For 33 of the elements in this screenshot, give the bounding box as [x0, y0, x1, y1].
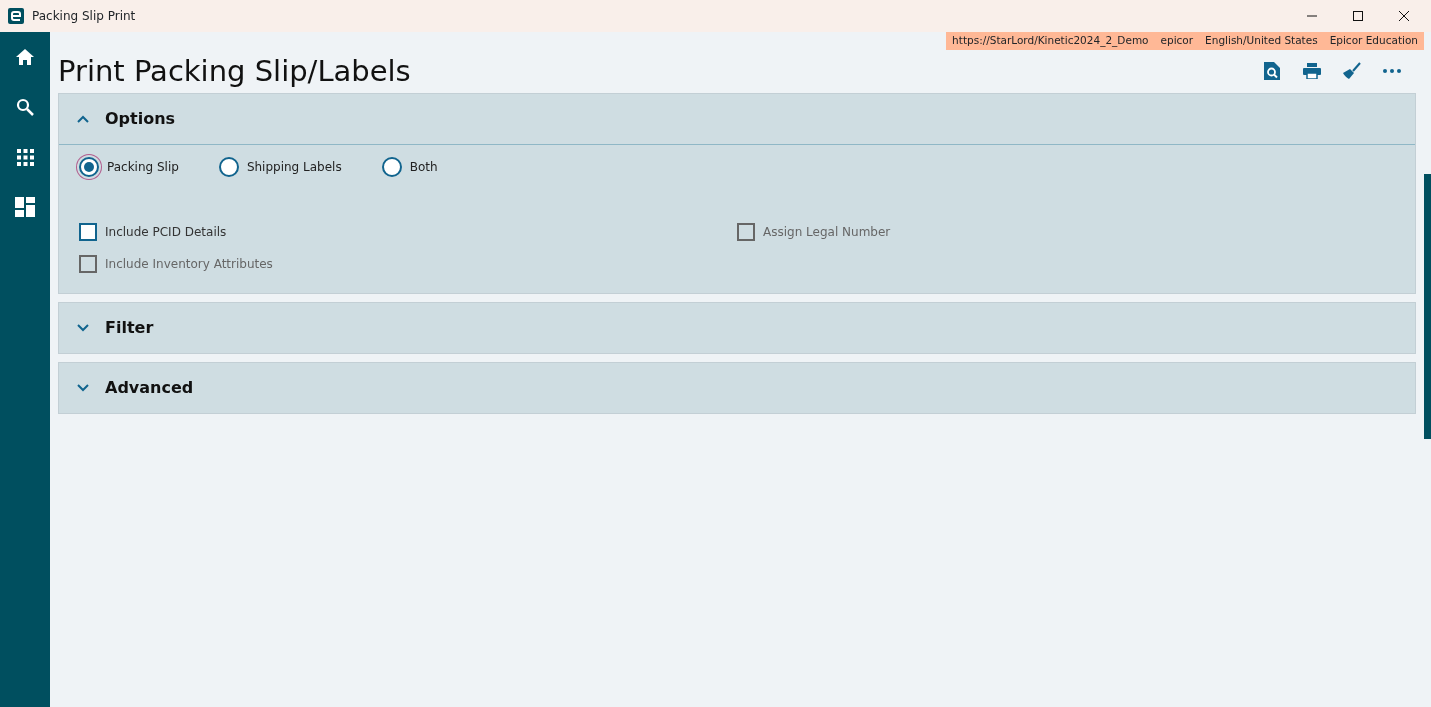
radio-option[interactable]: Shipping Labels: [218, 156, 342, 177]
checkbox[interactable]: [79, 222, 97, 241]
radio-button[interactable]: [79, 156, 99, 177]
close-icon: [1398, 10, 1410, 22]
search-icon: [16, 98, 34, 116]
broom-icon: [1343, 62, 1361, 81]
info-text: epicor: [1160, 33, 1194, 48]
app-logo-icon: [8, 8, 24, 24]
printer-icon: [1303, 63, 1321, 80]
maximize-icon: [1352, 10, 1364, 22]
more-icon: [1383, 69, 1401, 74]
radio-option[interactable]: Packing Slip: [79, 156, 179, 177]
chevron-down-icon: [77, 383, 89, 392]
window-title: Packing Slip Print: [32, 8, 136, 25]
page-title: Print Packing Slip/Labels: [58, 53, 411, 89]
radio-button[interactable]: [218, 156, 239, 177]
checkbox-option: Assign Legal Number: [737, 222, 1395, 241]
info-text: Epicor Education: [1329, 33, 1418, 48]
chevron-down-icon: [77, 323, 89, 332]
radio-button[interactable]: [381, 156, 402, 177]
document-search-icon: [1264, 62, 1280, 81]
checkbox-option[interactable]: Include PCID Details: [79, 222, 737, 241]
section-header[interactable]: Advanced: [59, 362, 1415, 413]
grid-icon: [16, 148, 34, 166]
section-header[interactable]: Options: [59, 93, 1415, 144]
radio-option[interactable]: Both: [381, 156, 438, 177]
info-text: https://StarLord/Kinetic2024_2_Demo: [952, 33, 1149, 49]
info-text: English/United States: [1205, 33, 1318, 48]
checkbox-option: Include Inventory Attributes: [79, 254, 737, 273]
home-icon: [15, 48, 35, 66]
section-header[interactable]: Filter: [59, 302, 1415, 353]
chevron-up-icon: [77, 114, 89, 123]
dashboard-icon: [15, 197, 35, 217]
